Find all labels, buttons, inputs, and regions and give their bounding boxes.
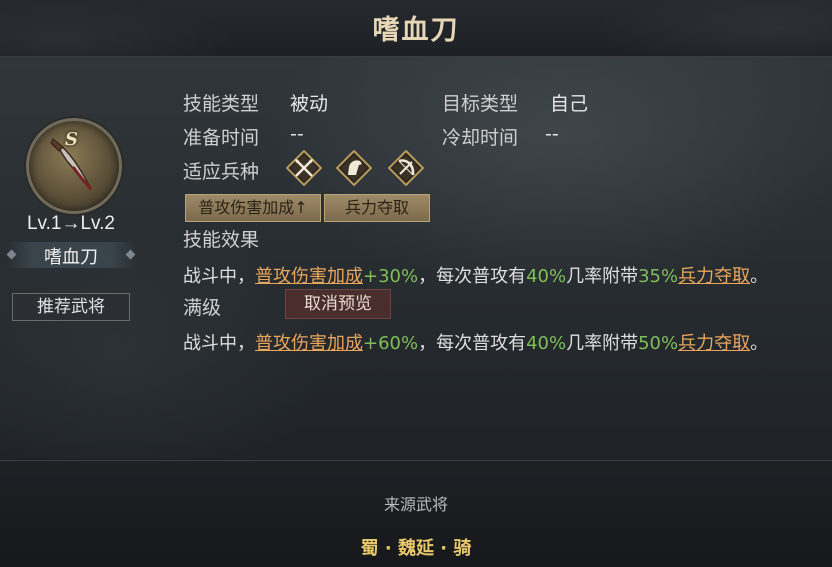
effect-mid2: 几率附带 [566, 266, 639, 287]
troop-steal-link[interactable]: 兵力夺取 [678, 266, 750, 287]
recommend-general-button[interactable]: 推荐武将 [12, 293, 130, 321]
horse-icon[interactable] [336, 150, 372, 186]
effect-mid1: ，每次普攻有 [418, 266, 527, 287]
target-type-value: 自己 [550, 93, 589, 115]
bow-icon[interactable] [388, 150, 424, 186]
source-general-name[interactable]: 蜀 · 魏延 · 骑 [0, 534, 832, 560]
level-text: Lv.1→Lv.2 [26, 213, 115, 234]
source-section: 来源武将 蜀 · 魏延 · 骑 [0, 460, 832, 567]
attack-damage-bonus-link[interactable]: 普攻伤害加成 [255, 266, 363, 287]
chance-value: 40% [526, 266, 567, 287]
cancel-preview-button[interactable]: 取消预览 [285, 289, 391, 319]
skill-icon: S [26, 118, 122, 214]
tag-attack-damage-bonus: 普攻伤害加成↑ [185, 194, 321, 222]
effect-mid1: ，每次普攻有 [418, 333, 527, 354]
crossed-spears-icon[interactable] [286, 150, 322, 186]
prep-time-label: 准备时间 [183, 127, 260, 149]
skill-type-label: 技能类型 [183, 93, 260, 115]
prep-time-value: -- [290, 123, 304, 145]
tag-troop-steal: 兵力夺取 [324, 194, 430, 222]
bonus-value: +30% [363, 266, 419, 287]
source-general-label: 来源武将 [383, 495, 448, 514]
steal-value: 35% [638, 266, 679, 287]
chance-value: 40% [526, 333, 567, 354]
skill-name-plate: 嗜血刀 [6, 242, 136, 268]
troop-steal-link[interactable]: 兵力夺取 [678, 333, 750, 354]
cooldown-value: -- [545, 123, 559, 145]
effect-end: 。 [750, 333, 769, 354]
attack-damage-bonus-link[interactable]: 普攻伤害加成 [255, 333, 363, 354]
troop-type-label: 适应兵种 [183, 161, 260, 183]
target-type-label: 目标类型 [442, 93, 519, 115]
effect-mid2: 几率附带 [566, 333, 639, 354]
skill-name: 嗜血刀 [44, 247, 98, 268]
max-level-label: 满级 [183, 297, 222, 319]
skill-detail-panel: S Lv.1→Lv.2 嗜血刀 推荐武将 技能类型 被动 目标类型 自己 准备时… [0, 57, 832, 459]
effect-description-current: 战斗中，普攻伤害加成+30%，每次普攻有40%几率附带35%兵力夺取。 [183, 262, 768, 288]
effect-prefix: 战斗中， [183, 333, 255, 354]
page-title: 嗜血刀 [372, 15, 460, 46]
bonus-value: +60% [363, 333, 419, 354]
effect-end: 。 [750, 266, 769, 287]
grade-badge: S [65, 129, 78, 150]
steal-value: 50% [638, 333, 679, 354]
effect-prefix: 战斗中， [183, 266, 255, 287]
cooldown-label: 冷却时间 [442, 127, 519, 149]
skill-type-value: 被动 [290, 93, 329, 115]
skill-effect-label: 技能效果 [183, 229, 260, 251]
title-bar: 嗜血刀 [0, 0, 832, 57]
effect-description-max: 战斗中，普攻伤害加成+60%，每次普攻有40%几率附带50%兵力夺取。 [183, 329, 768, 355]
